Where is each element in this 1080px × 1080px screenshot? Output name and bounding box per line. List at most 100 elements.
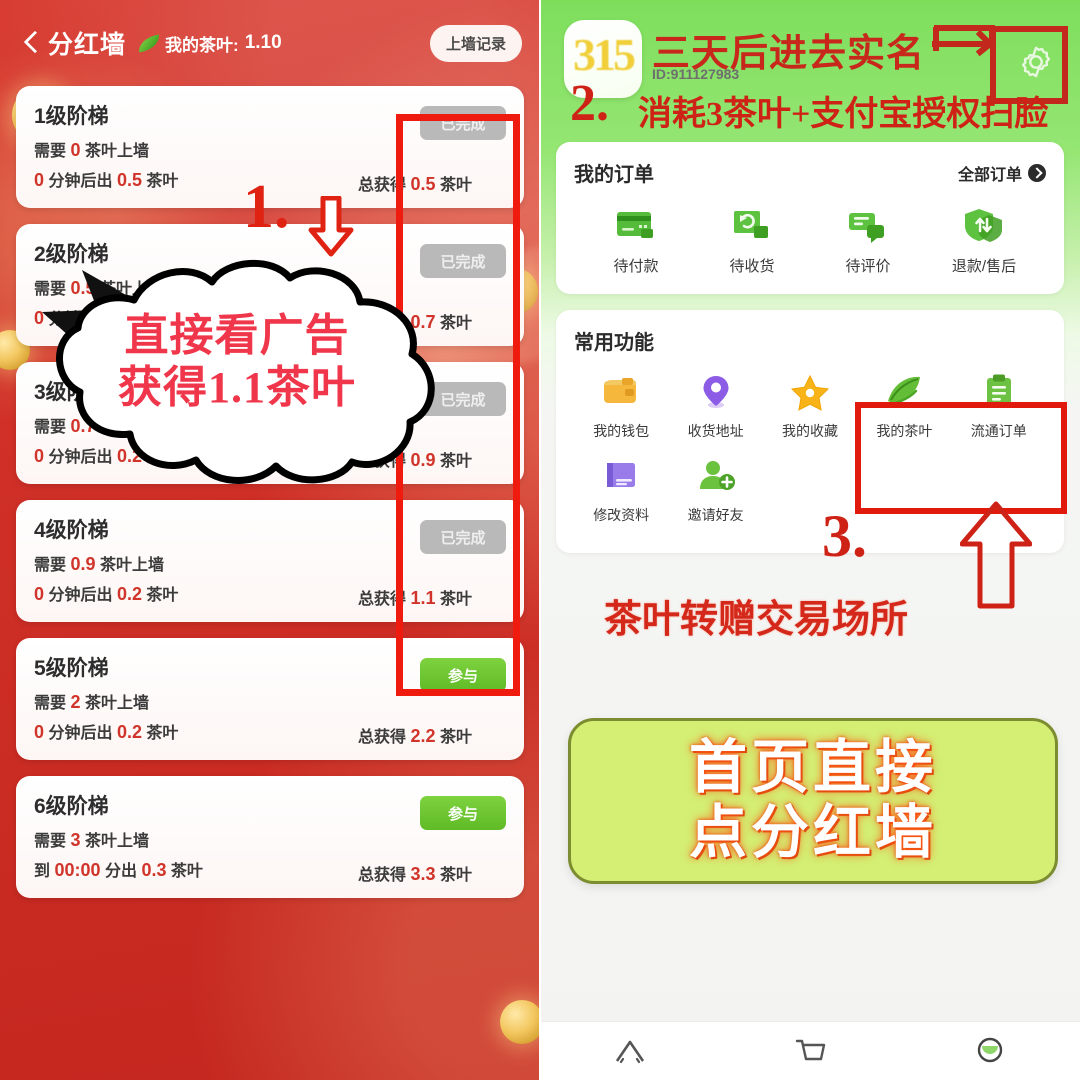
tier-requirement: 需要 2 茶叶上墙 [34,689,506,717]
all-orders-label: 全部订单 [957,166,1022,184]
nav-cart[interactable] [780,1030,840,1072]
orders-title: 我的订单 [574,164,654,186]
order-status-refund[interactable]: 退款/售后 [940,205,1028,276]
tier-bottom-row: 到 00:00 分出 0.3 茶叶 总获得 3.3 茶叶 [34,857,506,885]
out-value1: 0 [34,721,45,742]
profile-screen: 315 ID:911127983 三天后进去实名 2. 消耗3茶叶+支付宝授权扫… [540,0,1080,1080]
leaf-icon [137,34,161,52]
out-value1: 00:00 [54,859,101,880]
annotation-highlight-box-right [855,402,1067,514]
all-orders-link[interactable]: 全部订单 [958,161,1046,185]
annotation-step-1: 1. [243,173,290,241]
req-value: 0.9 [70,554,96,574]
order-status-pending-review[interactable]: 待评价 [824,205,912,276]
annotation-down-arrow [308,196,354,257]
orders-card-header: 我的订单 全部订单 [574,158,1046,187]
my-tea-balance: 我的茶叶: 1.10 [137,31,282,56]
out-middle: 分钟后出 [48,172,113,190]
tier-card[interactable]: 4级阶梯 需要 0.9 茶叶上墙 0 分钟后出 0.2 茶叶 总获得 1.1 茶… [16,500,524,622]
cart-icon [795,1039,826,1061]
app-logo-text: 315 [573,29,636,80]
order-status-label: 待评价 [845,258,891,275]
req-suffix: 茶叶上墙 [84,833,149,850]
function-my-wallet[interactable]: 我的钱包 [574,371,668,441]
req-suffix: 茶叶上墙 [99,557,164,574]
total-prefix: 总获得 [358,866,407,884]
order-status-pending-receipt[interactable]: 待收货 [708,205,796,276]
out-suffix: 茶叶 [146,586,179,604]
tier-card[interactable]: 5级阶梯 需要 2 茶叶上墙 0 分钟后出 0.2 茶叶 总获得 2.2 茶叶 … [16,638,524,760]
tier-total: 总获得 1.1 茶叶 [358,585,506,609]
package-return-icon [734,211,768,238]
profile-icon [977,1037,1003,1063]
req-suffix: 茶叶上墙 [84,143,149,160]
profile-header: 315 ID:911127983 三天后进去实名 2. 消耗3茶叶+支付宝授权扫… [540,0,1080,142]
function-label: 邀请好友 [687,507,744,523]
balance-label: 我的茶叶: [165,35,239,55]
req-prefix: 需要 [34,695,67,712]
tier-requirement: 需要 3 茶叶上墙 [34,827,506,855]
functions-card-header: 常用功能 [574,326,1046,355]
out-value2: 0.3 [141,859,167,880]
total-value: 2.2 [410,725,436,746]
annotation-up-arrow [960,501,1032,609]
star-icon [790,374,830,411]
tier-output: 0 分钟后出 0.5 茶叶 [34,167,178,195]
orders-icon-row: 待付款 待收货 待评价 退款/售后 [574,195,1046,280]
home-icon [615,1040,645,1064]
back-chevron-icon[interactable] [18,30,44,56]
function-my-favorites[interactable]: 我的收藏 [763,371,857,441]
req-prefix: 需要 [34,833,67,850]
req-value: 0 [70,140,81,160]
function-label: 我的钱包 [593,423,650,439]
out-value1: 0 [34,169,45,190]
out-suffix: 茶叶 [170,862,203,880]
total-prefix: 总获得 [358,176,407,194]
add-friend-icon [699,461,735,490]
order-status-label: 退款/售后 [951,258,1017,275]
order-status-pending-payment[interactable]: 待付款 [592,205,680,276]
total-suffix: 茶叶 [439,590,472,608]
bottom-navigation-bar [540,1021,1080,1080]
tier-action-button[interactable]: 参与 [420,658,506,692]
annotation-step-2: 2. [570,75,609,132]
nav-profile[interactable] [960,1030,1020,1072]
callout-line-1: 首页直接 [688,735,937,801]
bubble-text: 直接看广告 获得1.1茶叶 [22,310,452,414]
panel-divider [539,0,541,1080]
req-value: 2 [70,692,81,712]
annotation-callout-box: 首页直接 点分红墙 [568,718,1058,884]
function-invite-friends[interactable]: 邀请好友 [668,455,762,525]
callout-line-2: 点分红墙 [688,800,937,865]
functions-title: 常用功能 [574,332,654,354]
function-edit-profile[interactable]: 修改资料 [574,455,668,525]
total-suffix: 茶叶 [439,866,472,884]
tier-card[interactable]: 6级阶梯 需要 3 茶叶上墙 到 00:00 分出 0.3 茶叶 总获得 3.3… [16,776,524,898]
annotation-step-3: 3. [822,503,867,569]
dividend-wall-screen: 分红墙 我的茶叶: 1.10 上墙记录 1级阶梯 需要 0 茶叶上墙 0 分钟后… [0,0,540,1080]
nav-home[interactable] [600,1030,660,1072]
order-status-label: 待收货 [729,258,775,275]
tier-action-button[interactable]: 参与 [420,796,506,830]
tier-total: 总获得 0.5 茶叶 [358,171,506,195]
tier-bottom-row: 0 分钟后出 0.2 茶叶 总获得 2.2 茶叶 [34,719,506,747]
tier-output: 0 分钟后出 0.2 茶叶 [34,581,178,609]
total-prefix: 总获得 [358,590,407,608]
tier-requirement: 需要 0.9 茶叶上墙 [34,551,506,579]
function-shipping-address[interactable]: 收货地址 [668,371,762,441]
wall-record-button[interactable]: 上墙记录 [429,24,522,62]
function-label: 我的收藏 [781,423,838,439]
location-pin-icon [703,376,729,408]
total-value: 0.5 [410,173,436,194]
balance-value: 1.10 [244,32,282,53]
out-suffix: 茶叶 [146,724,179,742]
tier-action-button[interactable]: 已完成 [420,106,506,140]
dividend-wall-header: 分红墙 我的茶叶: 1.10 上墙记录 [0,0,540,86]
out-value2: 0.5 [116,169,142,190]
tier-total: 总获得 3.3 茶叶 [358,861,506,885]
tier-total: 总获得 2.2 茶叶 [358,723,506,747]
req-prefix: 需要 [34,143,67,160]
credit-card-icon [617,212,653,238]
bubble-line-2: 获得1.1茶叶 [118,362,356,412]
tier-action-button[interactable]: 已完成 [420,520,506,554]
